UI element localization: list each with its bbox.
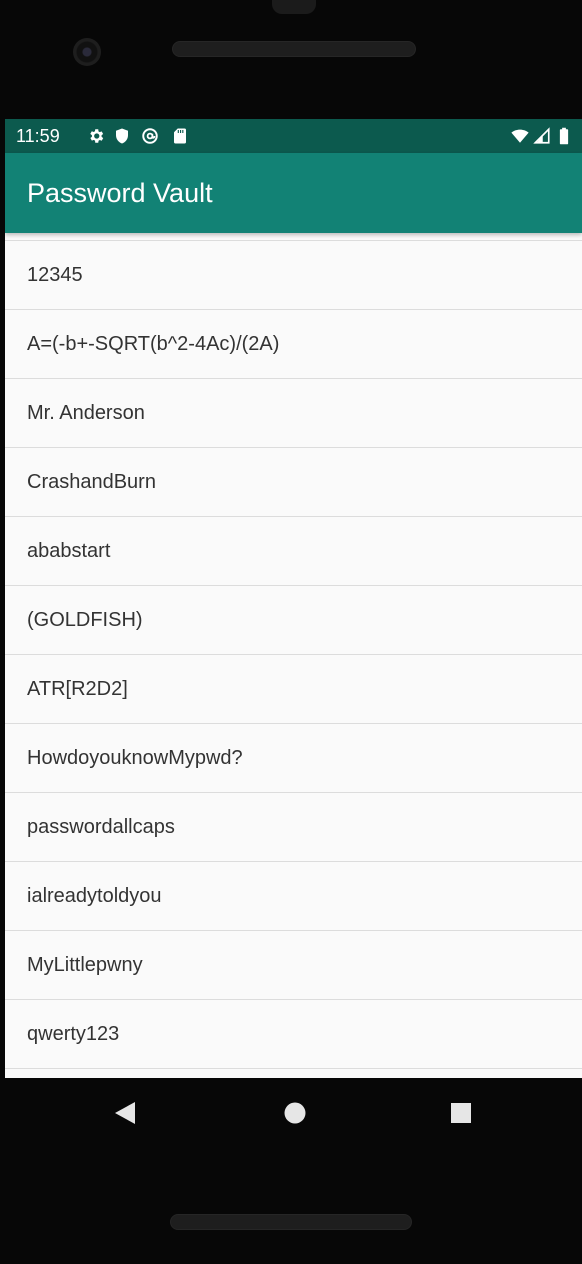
status-bar: 11:59 [5, 119, 582, 153]
phone-frame: 11:59 Password Vault 12345 A=(-b+-SQRT(b… [0, 0, 582, 1264]
app-title: Password Vault [27, 178, 213, 208]
list-item-text: MyLittlepwny [27, 954, 143, 976]
bottom-speaker [170, 1214, 412, 1230]
screen: 11:59 Password Vault 12345 A=(-b+-SQRT(b… [5, 119, 582, 1078]
list-item-text: qwerty123 [27, 1023, 120, 1045]
home-icon[interactable] [283, 1101, 307, 1125]
battery-icon [559, 127, 569, 145]
list-item[interactable]: ababstart [5, 517, 582, 586]
list-item[interactable]: HowdoyouknowMypwd? [5, 724, 582, 793]
list-item-text: passwordallcaps [27, 816, 175, 838]
list-item[interactable]: Mr. Anderson [5, 379, 582, 448]
navigation-bar [0, 1078, 582, 1148]
back-icon[interactable] [114, 1101, 136, 1125]
shield-icon [116, 128, 128, 144]
wifi-icon [511, 129, 529, 143]
list-item[interactable]: (GOLDFISH) [5, 586, 582, 655]
list-item[interactable]: qwerty123 [5, 1000, 582, 1069]
list-item[interactable]: A=(-b+-SQRT(b^2-4Ac)/(2A) [5, 310, 582, 379]
signal-icon [533, 127, 550, 144]
list-item-text: CrashandBurn [27, 471, 156, 493]
list-item[interactable]: ialreadytoldyou [5, 862, 582, 931]
list-item[interactable] [5, 1069, 582, 1078]
list-item-text: ababstart [27, 540, 111, 562]
password-list[interactable]: 12345 A=(-b+-SQRT(b^2-4Ac)/(2A) Mr. Ande… [5, 240, 582, 1078]
list-item-text: HowdoyouknowMypwd? [27, 747, 243, 769]
app-bar: Password Vault [5, 153, 582, 233]
earpiece-speaker [172, 41, 416, 57]
list-item[interactable]: ATR[R2D2] [5, 655, 582, 724]
sd-card-icon [174, 128, 186, 144]
list-item-text: ialreadytoldyou [27, 885, 162, 907]
list-item[interactable]: passwordallcaps [5, 793, 582, 862]
gear-icon [90, 129, 104, 143]
at-sign-icon [142, 128, 158, 144]
list-item-text: Mr. Anderson [27, 402, 145, 424]
list-item-text: 12345 [27, 264, 83, 286]
list-item-text: ATR[R2D2] [27, 678, 128, 700]
list-item[interactable]: CrashandBurn [5, 448, 582, 517]
status-time: 11:59 [16, 126, 60, 146]
list-item-text: (GOLDFISH) [27, 609, 143, 631]
list-item-text: A=(-b+-SQRT(b^2-4Ac)/(2A) [27, 333, 280, 355]
top-notch [272, 0, 316, 14]
list-item[interactable]: MyLittlepwny [5, 931, 582, 1000]
front-camera [73, 38, 101, 66]
recents-icon[interactable] [450, 1102, 472, 1124]
list-item[interactable]: 12345 [5, 241, 582, 310]
